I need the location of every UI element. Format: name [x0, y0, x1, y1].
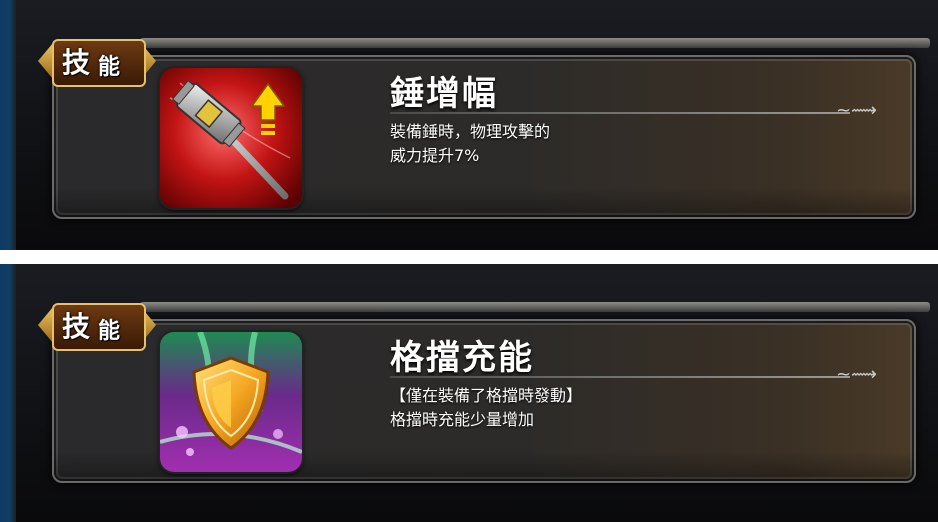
desc-line-1: 【僅在裝備了格擋時發動】: [390, 386, 583, 405]
badge-char-1: 技: [62, 310, 91, 343]
title-separator: [390, 112, 850, 114]
badge-char-1: 技: [62, 46, 91, 79]
skill-panel-1: 技 能 錘增幅 ~⟿ 裝備錘時，物理攻擊的 威力提升7%: [0, 0, 938, 250]
skill-badge: 技 能: [38, 36, 156, 87]
skill-badge: 技 能: [38, 300, 156, 351]
panel-top-border: [140, 302, 930, 312]
swirl-ornament-icon: ~⟿: [836, 100, 877, 121]
shield-charge-icon: [160, 332, 302, 472]
skill-description: 【僅在裝備了格擋時發動】 格擋時充能少量增加: [390, 384, 582, 432]
skill-description: 裝備錘時，物理攻擊的 威力提升7%: [390, 120, 550, 168]
badge-char-2: 能: [98, 55, 121, 80]
hammer-up-icon: [160, 68, 302, 208]
skill-title: 錘增幅: [390, 74, 498, 114]
desc-line-1: 裝備錘時，物理攻擊的: [390, 122, 551, 141]
panel-edge: [0, 0, 16, 250]
desc-line-2: 格擋時充能少量增加: [390, 410, 535, 429]
panel-top-border: [140, 38, 930, 48]
desc-line-2: 威力提升7%: [390, 146, 480, 165]
panel-edge: [0, 264, 16, 522]
swirl-ornament-icon: ~⟿: [836, 364, 877, 385]
title-separator: [390, 376, 850, 378]
skill-title: 格擋充能: [390, 338, 534, 378]
badge-char-2: 能: [98, 319, 121, 344]
skill-panel-2: 技 能 格擋充能 ~⟿ 【僅在裝備了格擋時發動】 格擋時充能少量增加: [0, 264, 938, 522]
